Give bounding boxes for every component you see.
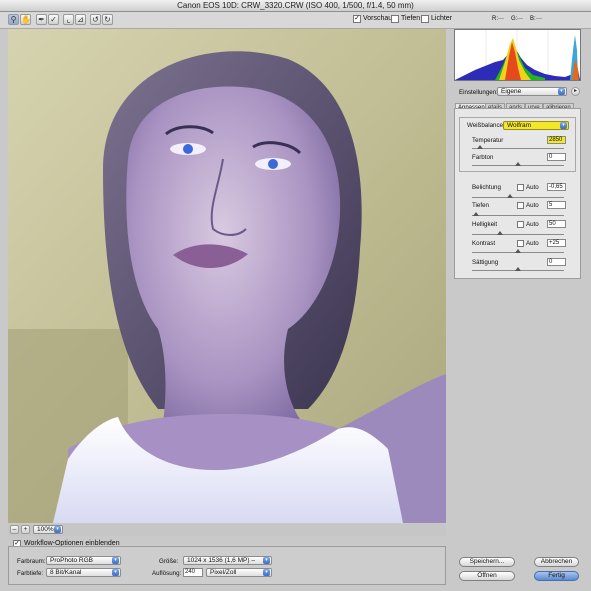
portrait-photo xyxy=(8,29,446,523)
shadows-slider-thumb[interactable] xyxy=(473,212,479,216)
brightness-label: Helligkeit xyxy=(472,221,498,228)
temperature-field[interactable]: 2850 xyxy=(547,136,566,144)
color-space-select[interactable]: ProPhoto RGB ▾ xyxy=(46,556,121,565)
size-value: 1024 x 1536 (1,6 MP) – xyxy=(187,557,255,564)
zoom-level-select[interactable]: 100% ▾ xyxy=(33,525,63,534)
shadows-auto-label: Auto xyxy=(526,202,539,209)
contrast-auto-label: Auto xyxy=(526,240,539,247)
chevron-down-icon: ▾ xyxy=(263,557,270,564)
brightness-field[interactable]: 50 xyxy=(547,220,566,228)
highlights-clipping-label: Lichter xyxy=(431,15,453,22)
exposure-auto-checkbox[interactable] xyxy=(517,184,524,191)
brightness-slider[interactable] xyxy=(472,234,564,235)
zoom-in-button[interactable]: + xyxy=(21,525,30,534)
bit-depth-label: Farbtiefe: xyxy=(17,570,44,577)
zoom-out-button[interactable]: – xyxy=(10,525,19,534)
saturation-slider-thumb[interactable] xyxy=(515,267,521,271)
highlights-clipping-checkbox[interactable] xyxy=(421,15,429,23)
save-button[interactable]: Speichern... xyxy=(459,557,515,567)
exposure-slider[interactable] xyxy=(472,197,564,198)
temperature-slider-thumb[interactable] xyxy=(477,145,483,149)
readout-b-label: B: xyxy=(530,16,536,22)
tint-field[interactable]: 0 xyxy=(547,153,566,161)
bit-depth-value: 8 Bit/Kanal xyxy=(50,569,82,576)
shadows-clipping-label: Tiefen xyxy=(401,15,421,22)
shadows-field[interactable]: 5 xyxy=(547,201,566,209)
white-balance-label: Weißbalance: xyxy=(467,122,505,129)
contrast-field[interactable]: +25 xyxy=(547,239,566,247)
exposure-label: Belichtung xyxy=(472,184,501,191)
size-label: Größe: xyxy=(159,558,179,565)
contrast-auto-checkbox[interactable] xyxy=(517,240,524,247)
saturation-field[interactable]: 0 xyxy=(547,258,566,266)
cancel-button[interactable]: Abbrechen xyxy=(534,557,579,567)
shadows-clipping-checkbox[interactable] xyxy=(391,15,399,23)
size-select[interactable]: 1024 x 1536 (1,6 MP) – ▾ xyxy=(183,556,272,565)
chevron-down-icon: ▾ xyxy=(560,122,567,129)
tint-slider-thumb[interactable] xyxy=(515,162,521,166)
image-preview[interactable] xyxy=(8,29,446,523)
zoom-icon[interactable]: ⚲ xyxy=(8,14,19,25)
open-button[interactable]: Öffnen xyxy=(459,571,515,581)
preview-checkbox[interactable]: ✓ xyxy=(353,15,361,23)
contrast-slider-thumb[interactable] xyxy=(515,249,521,253)
color-space-label: Farbraum: xyxy=(17,558,46,565)
temperature-slider[interactable] xyxy=(472,148,564,149)
chevron-down-icon: ▾ xyxy=(112,557,119,564)
shadows-label: Tiefen xyxy=(472,202,489,209)
preview-label: Vorschau xyxy=(363,15,393,22)
white-balance-value: Wolfram xyxy=(507,122,532,129)
color-space-value: ProPhoto RGB xyxy=(50,557,93,564)
toolbar: ⚲ ✋ ✒ ✓ ⌞ ⊿ ↺ ↻ ✓ Vorschau Tiefen Lichte… xyxy=(0,12,591,29)
chevron-down-icon: ▾ xyxy=(54,526,61,533)
zoom-level-value: 100% xyxy=(37,526,54,533)
tint-label: Farbton xyxy=(472,154,494,161)
chevron-down-icon: ▾ xyxy=(112,569,119,576)
eyedropper-icon[interactable]: ✒ xyxy=(36,14,47,25)
shadows-slider[interactable] xyxy=(472,215,564,216)
settings-label: Einstellungen: xyxy=(459,89,498,96)
brightness-auto-checkbox[interactable] xyxy=(517,221,524,228)
color-sampler-icon[interactable]: ✓ xyxy=(48,14,59,25)
histogram-graph xyxy=(455,30,580,80)
exposure-field[interactable]: -0,65 xyxy=(547,183,566,191)
resolution-field[interactable]: 240 xyxy=(183,568,203,577)
exposure-auto-label: Auto xyxy=(526,184,539,191)
window-title: Canon EOS 10D: CRW_3320.CRW (ISO 400, 1/… xyxy=(0,0,591,12)
exposure-slider-thumb[interactable] xyxy=(507,194,513,198)
resolution-unit-value: Pixel/Zoll xyxy=(210,569,237,576)
zoom-bar: – + 100% ▾ xyxy=(8,524,446,536)
settings-select[interactable]: Eigene ▾ xyxy=(497,87,567,96)
workflow-options-panel: Farbraum: ProPhoto RGB ▾ Farbtiefe: 8 Bi… xyxy=(8,546,446,585)
temperature-label: Temperatur xyxy=(472,137,504,144)
readout-b-value: --- xyxy=(536,16,542,22)
crop-icon[interactable]: ⌞ xyxy=(63,14,74,25)
chevron-down-icon: ▾ xyxy=(263,569,270,576)
rotate-left-icon[interactable]: ↺ xyxy=(90,14,101,25)
adjust-panel: Weißbalance: Wolfram ▾ Temperatur 2850 F… xyxy=(454,108,581,279)
readout-g-value: --- xyxy=(517,16,523,22)
contrast-label: Kontrast xyxy=(472,240,496,247)
rotate-right-icon[interactable]: ↻ xyxy=(102,14,113,25)
brightness-slider-thumb[interactable] xyxy=(497,231,503,235)
settings-value: Eigene xyxy=(501,88,522,95)
saturation-label: Sättigung xyxy=(472,259,499,266)
shadows-auto-checkbox[interactable] xyxy=(517,202,524,209)
done-button[interactable]: Fertig xyxy=(534,571,579,581)
histogram xyxy=(454,29,581,81)
resolution-unit-select[interactable]: Pixel/Zoll ▾ xyxy=(206,568,272,577)
bit-depth-select[interactable]: 8 Bit/Kanal ▾ xyxy=(46,568,121,577)
readout-r-value: --- xyxy=(498,16,504,22)
white-balance-select[interactable]: Wolfram ▾ xyxy=(503,121,569,130)
straighten-icon[interactable]: ⊿ xyxy=(75,14,86,25)
hand-icon[interactable]: ✋ xyxy=(20,14,31,25)
settings-menu-button[interactable]: ▸ xyxy=(571,87,580,96)
chevron-down-icon: ▾ xyxy=(558,88,565,95)
resolution-label: Auflösung: xyxy=(152,570,182,577)
brightness-auto-label: Auto xyxy=(526,221,539,228)
